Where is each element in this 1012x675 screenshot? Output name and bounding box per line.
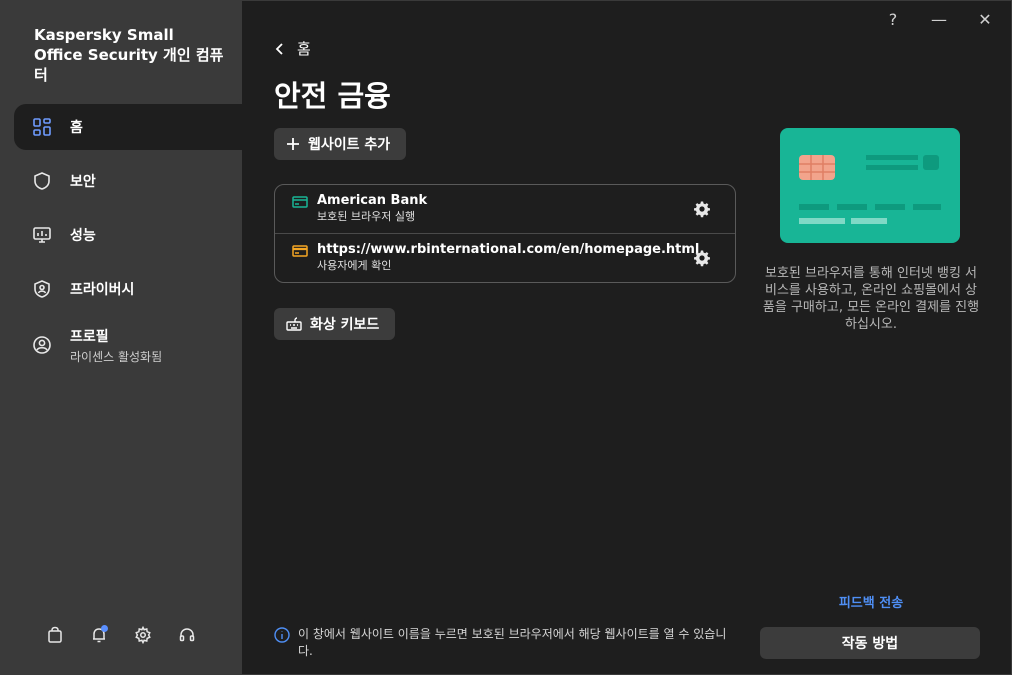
website-info: American Bank 보호된 브라우저 실행 <box>317 193 427 224</box>
back-link[interactable]: 홈 <box>275 38 311 59</box>
website-row[interactable]: American Bank 보호된 브라우저 실행 <box>275 185 735 233</box>
settings-gear-icon[interactable] <box>133 625 153 645</box>
sidebar-item-security[interactable]: 보안 <box>14 158 242 204</box>
sidebar-item-label: 홈 <box>70 120 83 136</box>
store-bag-icon[interactable] <box>45 625 65 645</box>
sidebar: Kaspersky Small Office Security 개인 컴퓨터 홈 <box>1 1 242 675</box>
shield-icon <box>32 171 52 191</box>
sidebar-item-home[interactable]: 홈 <box>14 104 242 150</box>
website-info: https://www.rbinternational.com/en/homep… <box>317 242 699 273</box>
sidebar-item-label: 보안 <box>70 174 96 190</box>
profile-icon <box>32 335 52 355</box>
how-it-works-button[interactable]: 작동 방법 <box>760 627 980 659</box>
credit-card-illustration <box>780 128 960 243</box>
sidebar-item-label: 프로필 <box>70 328 109 345</box>
notification-badge <box>101 625 108 632</box>
website-action: 사용자에게 확인 <box>317 259 392 272</box>
virtual-keyboard-label: 화상 키보드 <box>310 317 380 333</box>
info-note: 이 창에서 웹사이트 이름을 누르면 보호된 브라우저에서 해당 웹사이트를 열… <box>274 626 734 660</box>
sidebar-item-performance[interactable]: 성능 <box>14 212 242 258</box>
website-settings-gear-icon[interactable] <box>693 200 711 218</box>
bank-card-icon <box>292 245 308 257</box>
chevron-left-icon <box>275 42 283 55</box>
privacy-shield-icon <box>32 279 52 299</box>
info-text: 이 창에서 웹사이트 이름을 누르면 보호된 브라우저에서 해당 웹사이트를 열… <box>298 627 727 658</box>
sidebar-bottom-toolbar <box>45 625 197 645</box>
website-action: 보호된 브라우저 실행 <box>317 210 416 223</box>
plus-icon <box>287 138 299 150</box>
notification-bell-icon[interactable] <box>89 625 109 645</box>
send-feedback-link[interactable]: 피드백 전송 <box>761 592 981 611</box>
sidebar-item-label: 성능 <box>70 228 96 244</box>
bank-card-icon <box>292 196 308 208</box>
website-row[interactable]: https://www.rbinternational.com/en/homep… <box>275 233 735 281</box>
page-title: 안전 금융 <box>274 79 391 113</box>
website-settings-gear-icon[interactable] <box>693 249 711 267</box>
performance-monitor-icon <box>32 225 52 245</box>
sidebar-item-label: 프라이버시 <box>70 282 135 298</box>
website-list: American Bank 보호된 브라우저 실행 https://www.rb… <box>274 184 736 283</box>
license-status: 라이센스 활성화됨 <box>70 349 163 364</box>
credit-card-icon <box>799 155 941 224</box>
back-label: 홈 <box>297 40 311 58</box>
promo-text: 보호된 브라우저를 통해 인터넷 뱅킹 서비스를 사용하고, 온라인 쇼핑몰에서… <box>762 266 980 332</box>
help-button[interactable]: ? <box>881 7 905 31</box>
minimize-button[interactable]: — <box>927 7 951 31</box>
app-window: Kaspersky Small Office Security 개인 컴퓨터 홈 <box>0 0 1012 675</box>
title-block: Kaspersky Small Office Security 개인 컴퓨터 <box>1 1 242 104</box>
support-headset-icon[interactable] <box>177 625 197 645</box>
close-button[interactable]: ✕ <box>973 7 997 31</box>
sidebar-nav: 홈 보안 성능 프라이버시 프로필 라이센스 활성화됨 <box>1 104 242 370</box>
app-title: Kaspersky Small Office Security 개인 컴퓨터 <box>34 26 224 84</box>
add-website-button[interactable]: 웹사이트 추가 <box>274 128 407 160</box>
profile-text: 프로필 라이센스 활성화됨 <box>70 326 162 365</box>
window-controls: ? — ✕ <box>881 7 997 31</box>
home-grid-icon <box>32 117 52 137</box>
sidebar-item-profile[interactable]: 프로필 라이센스 활성화됨 <box>14 320 242 370</box>
virtual-keyboard-button[interactable]: 화상 키보드 <box>274 308 396 340</box>
keyboard-icon <box>286 317 302 331</box>
website-name[interactable]: American Bank <box>317 193 427 209</box>
sidebar-item-privacy[interactable]: 프라이버시 <box>14 266 242 312</box>
info-icon <box>274 627 290 643</box>
website-name[interactable]: https://www.rbinternational.com/en/homep… <box>317 242 699 258</box>
add-website-label: 웹사이트 추가 <box>308 137 391 153</box>
